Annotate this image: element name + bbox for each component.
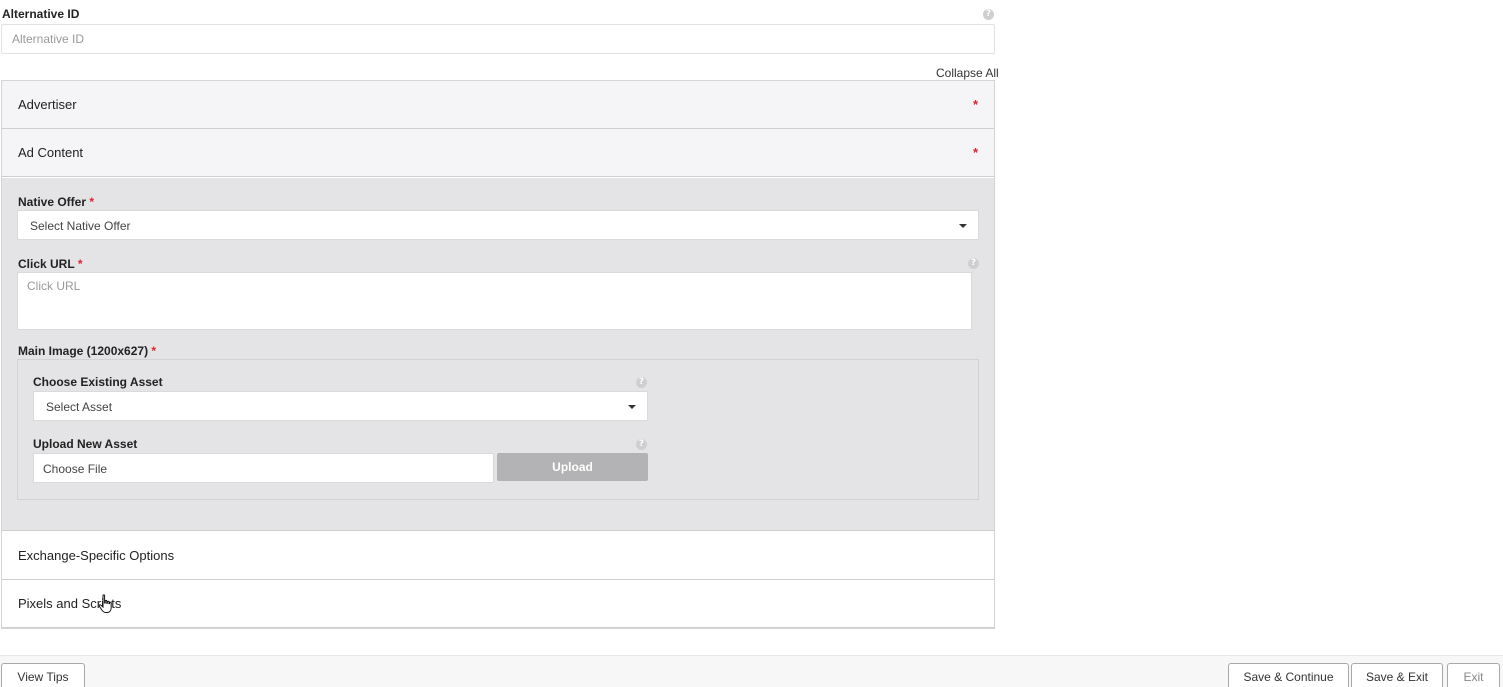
required-marker: *	[151, 344, 157, 358]
required-marker: *	[77, 257, 83, 271]
choose-file-input[interactable]: Choose File	[33, 453, 494, 483]
existing-asset-select[interactable]: Select Asset	[33, 391, 648, 421]
hand-pointer-cursor-icon	[98, 594, 112, 613]
section-title: Exchange-Specific Options	[18, 548, 175, 563]
ad-content-panel: Native Offer * Select Native Offer Click…	[2, 178, 994, 531]
required-marker: *	[972, 145, 978, 160]
collapse-all-link[interactable]: Collapse All	[936, 66, 999, 80]
choose-existing-asset-label: Choose Existing Asset	[33, 375, 163, 389]
required-marker: *	[89, 195, 95, 209]
click-url-label: Click URL *	[18, 257, 83, 271]
save-exit-button[interactable]: Save & Exit	[1351, 663, 1443, 687]
main-image-label: Main Image (1200x627) *	[18, 344, 157, 358]
click-url-help-icon[interactable]: ?	[968, 258, 979, 269]
required-marker: *	[972, 97, 978, 112]
main-image-box: Choose Existing Asset ? Select Asset Upl…	[17, 359, 979, 500]
section-title: Ad Content	[18, 145, 84, 160]
alternative-id-label: Alternative ID	[2, 7, 80, 21]
save-continue-button[interactable]: Save & Continue	[1228, 663, 1349, 687]
native-offer-select[interactable]: Select Native Offer	[17, 210, 979, 240]
section-header-ad-content[interactable]: Ad Content *	[2, 129, 994, 177]
form-accordion: Advertiser * Ad Content * Native Offer *…	[1, 80, 995, 629]
upload-button[interactable]: Upload	[497, 453, 648, 481]
chevron-down-icon	[959, 224, 967, 228]
alternative-id-help-icon[interactable]: ?	[983, 9, 994, 20]
alternative-id-input[interactable]	[1, 24, 995, 54]
section-header-advertiser[interactable]: Advertiser *	[2, 81, 994, 129]
view-tips-button[interactable]: View Tips	[1, 663, 85, 687]
native-offer-selected-value: Select Native Offer	[30, 219, 131, 233]
existing-asset-selected-value: Select Asset	[46, 400, 113, 414]
section-title: Advertiser	[18, 97, 77, 112]
existing-asset-help-icon[interactable]: ?	[636, 377, 647, 388]
upload-new-asset-label: Upload New Asset	[33, 437, 138, 451]
upload-asset-help-icon[interactable]: ?	[636, 439, 647, 450]
footer-bar: View Tips Save & Continue Save & Exit Ex…	[0, 655, 1503, 687]
chevron-down-icon	[628, 405, 636, 409]
section-header-exchange-specific-options[interactable]: Exchange-Specific Options	[2, 532, 994, 580]
exit-button[interactable]: Exit	[1447, 663, 1500, 687]
choose-file-text: Choose File	[43, 462, 108, 476]
click-url-textarea[interactable]	[17, 272, 972, 330]
native-offer-label: Native Offer *	[18, 195, 95, 209]
section-header-pixels-and-scripts[interactable]: Pixels and Scripts	[2, 580, 994, 628]
